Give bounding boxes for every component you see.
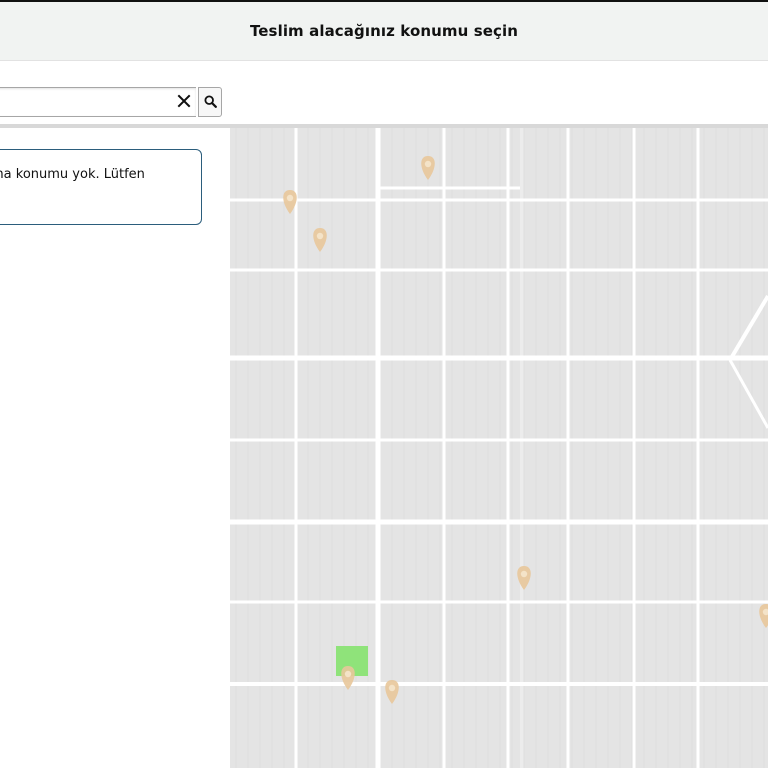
- clear-search-button[interactable]: [171, 88, 197, 117]
- location-list-panel: ma konumu yok. Lütfen: [0, 128, 230, 768]
- search-bar: [0, 61, 768, 124]
- search-button[interactable]: [198, 87, 222, 117]
- map-blocks: [230, 128, 768, 768]
- notice-text: ma konumu yok. Lütfen: [0, 167, 145, 182]
- map-view[interactable]: [230, 128, 768, 768]
- search-input[interactable]: [0, 87, 196, 117]
- map-block: [380, 524, 520, 768]
- search-icon: [203, 93, 217, 112]
- map-canvas[interactable]: [230, 128, 768, 768]
- map-block: [230, 128, 376, 356]
- no-location-notice: ma konumu yok. Lütfen: [0, 149, 202, 225]
- page-header: Teslim alacağınız konumu seçin: [0, 2, 768, 61]
- map-block: [524, 128, 768, 356]
- close-icon: [177, 93, 191, 112]
- map-block: [380, 128, 520, 356]
- page-title: Teslim alacağınız konumu seçin: [249, 22, 519, 40]
- map-block: [524, 524, 768, 768]
